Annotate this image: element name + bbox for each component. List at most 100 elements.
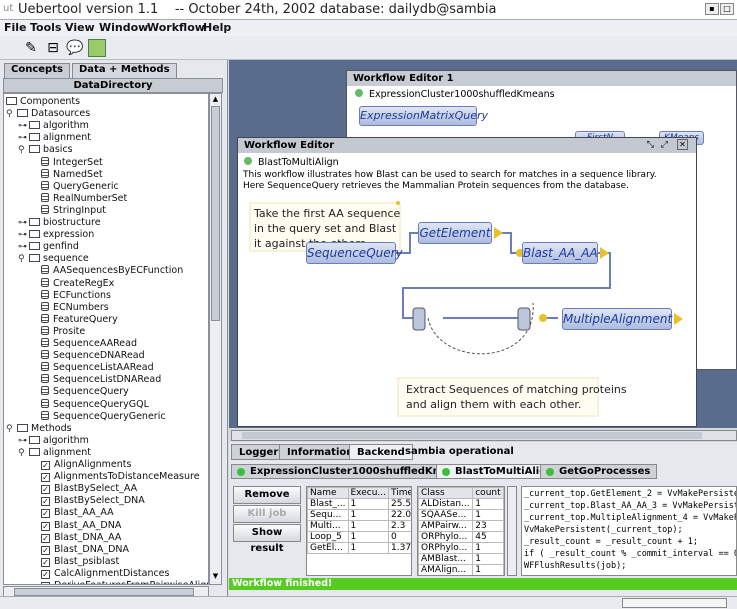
tab-backend[interactable]: Backend xyxy=(349,444,413,460)
expand-icon[interactable]: ⊶ xyxy=(18,229,29,241)
tree-item[interactable]: QueryGeneric xyxy=(30,180,119,193)
tree-item[interactable]: Prosite xyxy=(30,325,85,338)
table-row[interactable]: AMAlign... 1 xyxy=(418,564,504,575)
tree-folder[interactable]: ⊶ biostructure xyxy=(18,217,101,229)
tree-item[interactable]: ✓ Blast_AA_DNA xyxy=(30,520,121,532)
maximize-icon[interactable]: □ xyxy=(720,3,734,15)
table-row[interactable]: Loop_5 1 0 xyxy=(307,531,411,543)
tree-item[interactable]: CreateRegEx xyxy=(30,277,114,290)
table-row[interactable]: Multi... 1 2.3 xyxy=(307,520,411,532)
menu-tools[interactable]: Tools xyxy=(30,21,61,34)
subtab-get-go-processes[interactable]: GetGoProcesses xyxy=(540,464,658,479)
tree-item[interactable]: NamedSet xyxy=(30,168,103,181)
table-row[interactable]: SQAASe... 1 xyxy=(418,509,504,521)
jobs-col-exec[interactable]: Execu... xyxy=(347,487,390,499)
expand-icon[interactable]: ⊶ xyxy=(18,132,29,144)
tree-item[interactable]: ✓ AlignmentsToDistanceMeasure xyxy=(30,471,200,483)
tree-item[interactable]: AASequencesByECFunction xyxy=(30,265,183,277)
tree-item[interactable]: RealNumberSet xyxy=(30,192,127,205)
menu-workflow[interactable]: Workflow xyxy=(147,21,205,34)
table-row[interactable]: ORPhylo... 1 xyxy=(418,542,504,554)
scroll-down-icon[interactable]: ▼ xyxy=(211,572,220,581)
tree-folder[interactable]: ⊶ alignment xyxy=(18,132,91,144)
tree-item[interactable]: FeatureQuery xyxy=(30,313,118,326)
expand-icon[interactable]: ⊶ xyxy=(18,217,29,229)
collapse-icon[interactable]: ⚲ xyxy=(6,423,17,435)
jobs-table-container[interactable]: Name Execu... Time [s] Blast_...125.54Se… xyxy=(306,486,412,576)
scroll-up-icon[interactable]: ▲ xyxy=(211,95,220,104)
comment-icon[interactable]: 💬 xyxy=(66,39,84,57)
class-table-scrollbar[interactable] xyxy=(507,486,517,576)
tree-item[interactable]: ✓ Blast_psiblast xyxy=(30,556,119,568)
restore-icon[interactable]: ⤡ xyxy=(647,140,654,150)
workflow-editor-window[interactable]: Workflow Editor ⤡ ⤢ ✕ BlastToMultiAlign … xyxy=(237,137,697,427)
desktop-horizontal-scrollbar[interactable] xyxy=(231,430,737,441)
tree-folder[interactable]: ⊶ genfind xyxy=(18,241,79,253)
tree-folder[interactable]: ⚲ Methods xyxy=(6,423,72,435)
tree-scroll-thumb[interactable] xyxy=(211,106,220,321)
jobs-col-name[interactable]: Name xyxy=(307,487,349,499)
new-workflow-icon[interactable]: ✎ xyxy=(22,39,40,57)
table-row[interactable]: GetEl... 1 1.37 xyxy=(307,542,411,554)
tab-logger[interactable]: Logger xyxy=(231,444,287,460)
tree-item[interactable]: ✓ BlastBySelect_AA xyxy=(30,483,137,495)
table-row[interactable]: AMPairw... 23 xyxy=(418,520,504,532)
node-get-element[interactable]: GetElement xyxy=(418,222,492,244)
node-multiple-alignment[interactable]: MultipleAlignment xyxy=(562,308,672,330)
close-icon[interactable]: ✕ xyxy=(677,139,688,150)
collapse-icon[interactable]: ⚲ xyxy=(18,253,29,265)
show-result-button[interactable]: Show result xyxy=(233,524,301,554)
tree-item[interactable]: ✓ Blast_DNA_AA xyxy=(30,532,121,544)
tree-folder[interactable]: ⚲ alignment xyxy=(18,447,91,459)
table-row[interactable]: ORPhylo... 45 xyxy=(418,531,504,543)
code-view[interactable]: _current_top.GetElement_2 = VvMakePersis… xyxy=(521,486,737,576)
tree-folder[interactable]: ⊶ expression xyxy=(18,229,94,241)
table-row[interactable]: Blast_...125.54 xyxy=(307,498,411,510)
expand-icon[interactable]: ⊶ xyxy=(18,241,29,253)
class-table-container[interactable]: Class count ALDistan... 1 SQAASe... 1 AMPair… xyxy=(417,486,505,576)
node-blast-aa-aa[interactable]: Blast_AA_AA xyxy=(522,242,598,264)
tree-item[interactable]: ✓ CalcAlignmentDistances xyxy=(30,568,169,580)
tree-item[interactable]: ✓ AlignAlignments xyxy=(30,459,131,471)
tree-item[interactable]: StringInput xyxy=(30,204,106,217)
tree-item[interactable]: ✓ Blast_AA_AA xyxy=(30,507,114,519)
tree-item[interactable]: ECNumbers xyxy=(30,301,109,314)
tree-item[interactable]: ✓ BlastBySelect_DNA xyxy=(30,495,145,507)
tree-vertical-scrollbar[interactable]: ▲ ▼ xyxy=(209,93,222,585)
tree-item[interactable]: SequenceQuery xyxy=(30,386,129,398)
table-row[interactable]: Sequ...122.03 xyxy=(307,509,411,521)
tree-folder[interactable]: Components xyxy=(6,96,80,108)
tree-item[interactable]: SequenceDNARead xyxy=(30,350,145,362)
collapse-icon[interactable]: ⚲ xyxy=(18,144,29,156)
collapse-icon[interactable]: ⚲ xyxy=(18,447,29,459)
node-expression-matrix-query[interactable]: ExpressionMatrixQuery xyxy=(359,106,488,126)
database-icon[interactable]: ⊟ xyxy=(44,39,62,57)
tab-concepts[interactable]: Concepts xyxy=(4,63,70,78)
tree-item[interactable]: SequenceQueryGeneric xyxy=(30,410,166,423)
class-col-count[interactable]: count xyxy=(472,487,504,499)
tree-folder[interactable]: ⚲ sequence xyxy=(18,253,89,265)
maximize-window-icon[interactable]: ⤢ xyxy=(661,140,668,150)
desktop-hscroll-thumb[interactable] xyxy=(242,432,702,439)
tree-folder[interactable]: ⊶ algorithm xyxy=(18,120,89,132)
tree-hscroll-thumb[interactable] xyxy=(14,588,194,596)
tab-data-methods[interactable]: Data + Methods xyxy=(72,63,177,78)
minimize-icon[interactable]: ▪ xyxy=(705,3,719,15)
node-sequence-query[interactable]: SequenceQuery xyxy=(306,242,403,264)
tree-item[interactable]: SequenceListDNARead xyxy=(30,374,161,386)
data-directory-tree[interactable]: Components ⚲ Datasources ⊶ algorithm ⊶ alignme… xyxy=(3,93,209,585)
menu-view[interactable]: View xyxy=(65,21,95,34)
menu-help[interactable]: Help xyxy=(203,21,231,34)
menu-file[interactable]: File xyxy=(4,21,27,34)
tree-item[interactable]: SequenceListAARead xyxy=(30,362,154,374)
class-col-class[interactable]: Class xyxy=(418,487,474,499)
tree-item[interactable]: SequenceAARead xyxy=(30,338,137,350)
remove-button[interactable]: Remove xyxy=(233,486,301,504)
menu-window[interactable]: Window xyxy=(99,21,148,34)
tree-folder[interactable]: ⚲ Datasources xyxy=(6,108,90,120)
expand-icon[interactable]: ⊶ xyxy=(18,435,29,447)
kill-job-button[interactable]: Kill job xyxy=(233,505,301,523)
tree-folder[interactable]: ⚲ basics xyxy=(18,144,73,156)
run-icon[interactable] xyxy=(88,39,106,57)
expand-icon[interactable]: ⊶ xyxy=(18,120,29,132)
